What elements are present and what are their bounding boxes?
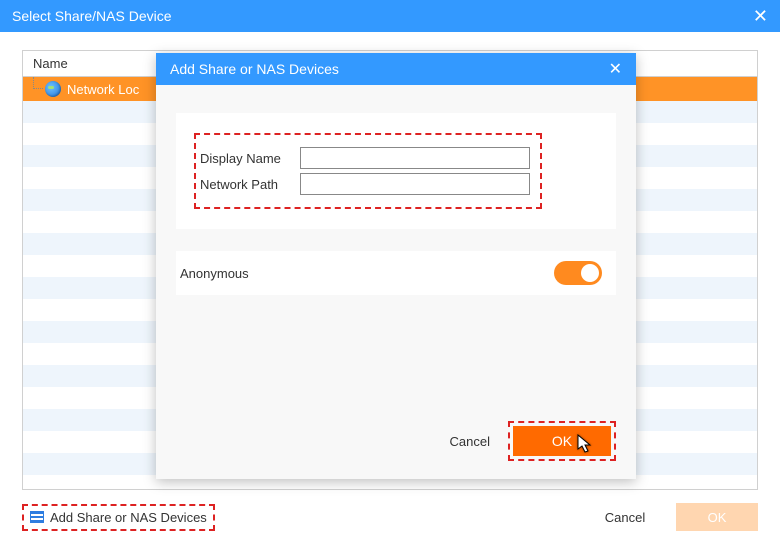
display-name-label: Display Name	[200, 151, 300, 166]
add-share-button[interactable]: Add Share or NAS Devices	[22, 504, 215, 531]
modal-ok-button[interactable]: OK	[513, 426, 611, 456]
anonymous-toggle[interactable]	[554, 261, 602, 285]
tree-item-label: Network Loc	[67, 82, 139, 97]
close-icon[interactable]: ✕	[753, 6, 768, 27]
outer-cancel-button[interactable]: Cancel	[584, 503, 666, 531]
list-icon	[30, 511, 44, 523]
add-share-modal: Add Share or NAS Devices ✕ Display Name …	[156, 53, 636, 479]
modal-ok-label: OK	[552, 433, 572, 449]
modal-title-text: Add Share or NAS Devices	[170, 61, 339, 77]
display-name-input[interactable]	[300, 147, 530, 169]
modal-titlebar: Add Share or NAS Devices ✕	[156, 53, 636, 85]
outer-ok-button[interactable]: OK	[676, 503, 758, 531]
ok-highlight: OK	[508, 421, 616, 461]
outer-title-text: Select Share/NAS Device	[12, 8, 172, 24]
network-path-input[interactable]	[300, 173, 530, 195]
bottom-bar: Add Share or NAS Devices Cancel OK	[22, 501, 758, 533]
toggle-knob	[581, 264, 599, 282]
modal-close-icon[interactable]: ✕	[609, 59, 622, 79]
inputs-section: Display Name Network Path	[176, 113, 616, 229]
network-path-row: Network Path	[200, 173, 530, 195]
tree-connector	[33, 77, 43, 89]
anonymous-section: Anonymous	[176, 251, 616, 295]
inputs-highlight: Display Name Network Path	[194, 133, 542, 209]
add-share-label: Add Share or NAS Devices	[50, 510, 207, 525]
modal-footer: Cancel OK	[156, 415, 636, 479]
modal-body: Display Name Network Path Anonymous	[156, 85, 636, 415]
network-path-label: Network Path	[200, 177, 300, 192]
cursor-icon	[577, 434, 593, 457]
outer-titlebar: Select Share/NAS Device ✕	[0, 0, 780, 32]
globe-icon	[45, 81, 61, 97]
modal-cancel-button[interactable]: Cancel	[450, 434, 490, 449]
display-name-row: Display Name	[200, 147, 530, 169]
column-name: Name	[33, 56, 68, 71]
anonymous-label: Anonymous	[180, 266, 249, 281]
